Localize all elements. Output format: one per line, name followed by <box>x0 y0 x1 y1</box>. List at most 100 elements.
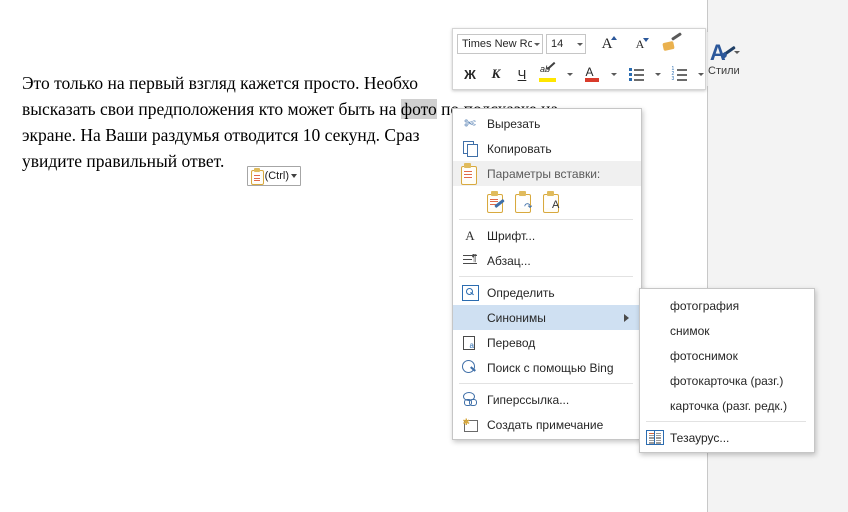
context-menu-item-hyperlink[interactable]: Гиперссылка... <box>453 387 641 412</box>
numbering-button[interactable]: 1 2 3 <box>666 62 692 86</box>
thesaurus-icon <box>640 430 670 445</box>
font-name-value: Times New Ror <box>462 38 532 50</box>
hyperlink-icon <box>453 392 487 407</box>
context-menu-item-new-comment[interactable]: ✱ Создать примечание <box>453 412 641 437</box>
document-text-run: высказать свои предположения кто может б… <box>22 99 401 119</box>
paste-options-button[interactable]: (Ctrl) <box>247 166 301 186</box>
context-menu-item-copy[interactable]: Копировать <box>453 136 641 161</box>
mini-toolbar-controls: Times New Ror 14 A A Ж К Ч ab A 1 2 3 <box>453 29 707 89</box>
bold-button[interactable]: Ж <box>457 62 483 86</box>
paste-options-row: ↷ A <box>453 186 641 216</box>
paste-options-header: Параметры вставки: <box>453 161 641 186</box>
styles-icon: A <box>709 40 740 65</box>
font-color-dropdown[interactable] <box>605 62 620 86</box>
thesaurus-label: Тезаурус... <box>670 430 730 445</box>
context-menu-item-label: Шрифт... <box>487 228 536 243</box>
chevron-down-icon <box>733 50 740 54</box>
context-menu: ✄ Вырезать Копировать Параметры вставки:… <box>452 108 642 440</box>
document-text-run: увидите правильный ответ. <box>22 151 225 171</box>
text-highlight-icon: ab <box>539 61 557 84</box>
context-menu-item-define[interactable]: Определить <box>453 280 641 305</box>
grow-font-button[interactable]: A <box>594 32 620 56</box>
synonym-item[interactable]: фотокарточка (разг.) <box>640 368 814 393</box>
styles-button[interactable]: A Стили <box>707 32 740 86</box>
grow-font-icon: A <box>602 35 618 53</box>
document-text-run: Это только на первый взгляд кажется прос… <box>22 73 419 93</box>
paste-options-header-label: Параметры вставки: <box>487 166 601 181</box>
selected-word[interactable]: фото <box>400 99 437 119</box>
menu-separator <box>459 276 633 277</box>
define-icon <box>453 284 487 301</box>
chevron-right-icon <box>624 313 629 322</box>
menu-separator <box>459 383 633 384</box>
context-menu-item-translate[interactable]: а Перевод <box>453 330 641 355</box>
paragraph-icon: ¶ <box>453 254 487 267</box>
context-menu-item-label: Копировать <box>487 141 552 156</box>
numbered-list-icon: 1 2 3 <box>672 67 687 82</box>
text-highlight-dropdown[interactable] <box>561 62 576 86</box>
context-menu-item-label: Гиперссылка... <box>487 392 570 407</box>
underline-icon: Ч <box>517 66 527 82</box>
synonym-label: фотография <box>670 298 740 313</box>
synonyms-submenu: фотография снимок фотоснимок фотокарточк… <box>639 288 815 453</box>
synonym-label: фотокарточка (разг.) <box>670 373 784 388</box>
mini-toolbar-row-1: Times New Ror 14 A A <box>453 29 707 59</box>
document-text-run: экране. На Ваши раздумья отводится 10 се… <box>22 125 420 145</box>
menu-separator <box>459 219 633 220</box>
context-menu-item-font[interactable]: A Шрифт... <box>453 223 641 248</box>
shrink-font-button[interactable]: A <box>627 32 653 56</box>
context-menu-item-label: Определить <box>487 285 555 300</box>
arrow-up-icon <box>611 35 618 40</box>
paste-text-only-icon[interactable]: A <box>543 190 562 213</box>
chevron-down-icon <box>654 72 661 76</box>
synonym-label: снимок <box>670 323 710 338</box>
context-menu-item-cut[interactable]: ✄ Вырезать <box>453 111 641 136</box>
italic-button[interactable]: К <box>483 62 509 86</box>
synonym-item[interactable]: фотоснимок <box>640 343 814 368</box>
chevron-down-icon <box>566 72 573 76</box>
context-menu-item-label: Вырезать <box>487 116 541 131</box>
format-painter-icon <box>662 32 682 53</box>
arrow-down-icon <box>643 37 650 42</box>
font-icon: A <box>465 227 475 243</box>
paste-merge-icon[interactable]: ↷ <box>515 190 534 213</box>
copy-icon <box>453 141 487 157</box>
font-size-value: 14 <box>551 38 564 50</box>
context-menu-item-synonyms[interactable]: Синонимы <box>453 305 641 330</box>
mini-formatting-toolbar: Times New Ror 14 A A Ж К Ч ab A 1 2 3 A … <box>452 28 740 90</box>
bullets-button[interactable] <box>623 62 649 86</box>
format-painter-button[interactable] <box>659 32 685 56</box>
synonym-label: карточка (разг. редк.) <box>670 398 788 413</box>
synonym-item[interactable]: карточка (разг. редк.) <box>640 393 814 418</box>
menu-separator <box>646 421 806 422</box>
context-menu-item-label: Синонимы <box>487 310 546 325</box>
chevron-down-icon[interactable] <box>534 42 540 46</box>
context-menu-item-bing-search[interactable]: Поиск с помощью Bing <box>453 355 641 380</box>
clipboard-icon <box>251 168 264 185</box>
chevron-down-icon <box>610 72 617 76</box>
font-color-icon: A <box>584 64 600 84</box>
font-color-button[interactable]: A <box>579 62 605 86</box>
text-highlight-button[interactable]: ab <box>535 61 561 86</box>
synonym-label: фотоснимок <box>670 348 738 363</box>
synonym-item[interactable]: снимок <box>640 318 814 343</box>
context-menu-item-label: Перевод <box>487 335 536 350</box>
chevron-down-icon[interactable] <box>291 174 297 178</box>
shrink-font-icon: A <box>636 37 650 52</box>
chevron-down-icon <box>697 72 704 76</box>
italic-icon: К <box>491 66 501 81</box>
context-menu-item-paragraph[interactable]: ¶ Абзац... <box>453 248 641 273</box>
numbering-dropdown[interactable] <box>692 62 707 86</box>
styles-label: Стили <box>708 64 740 77</box>
paste-options-label: (Ctrl) <box>264 169 289 182</box>
font-size-combobox[interactable]: 14 <box>546 34 586 54</box>
font-name-combobox[interactable]: Times New Ror <box>457 34 543 54</box>
thesaurus-item[interactable]: Тезаурус... <box>640 425 814 450</box>
synonym-item[interactable]: фотография <box>640 293 814 318</box>
clipboard-icon <box>453 163 487 185</box>
bullets-dropdown[interactable] <box>649 62 664 86</box>
underline-button[interactable]: Ч <box>509 62 535 86</box>
paste-keep-source-icon[interactable] <box>487 190 506 213</box>
new-comment-icon: ✱ <box>453 417 487 432</box>
chevron-down-icon[interactable] <box>577 42 583 46</box>
